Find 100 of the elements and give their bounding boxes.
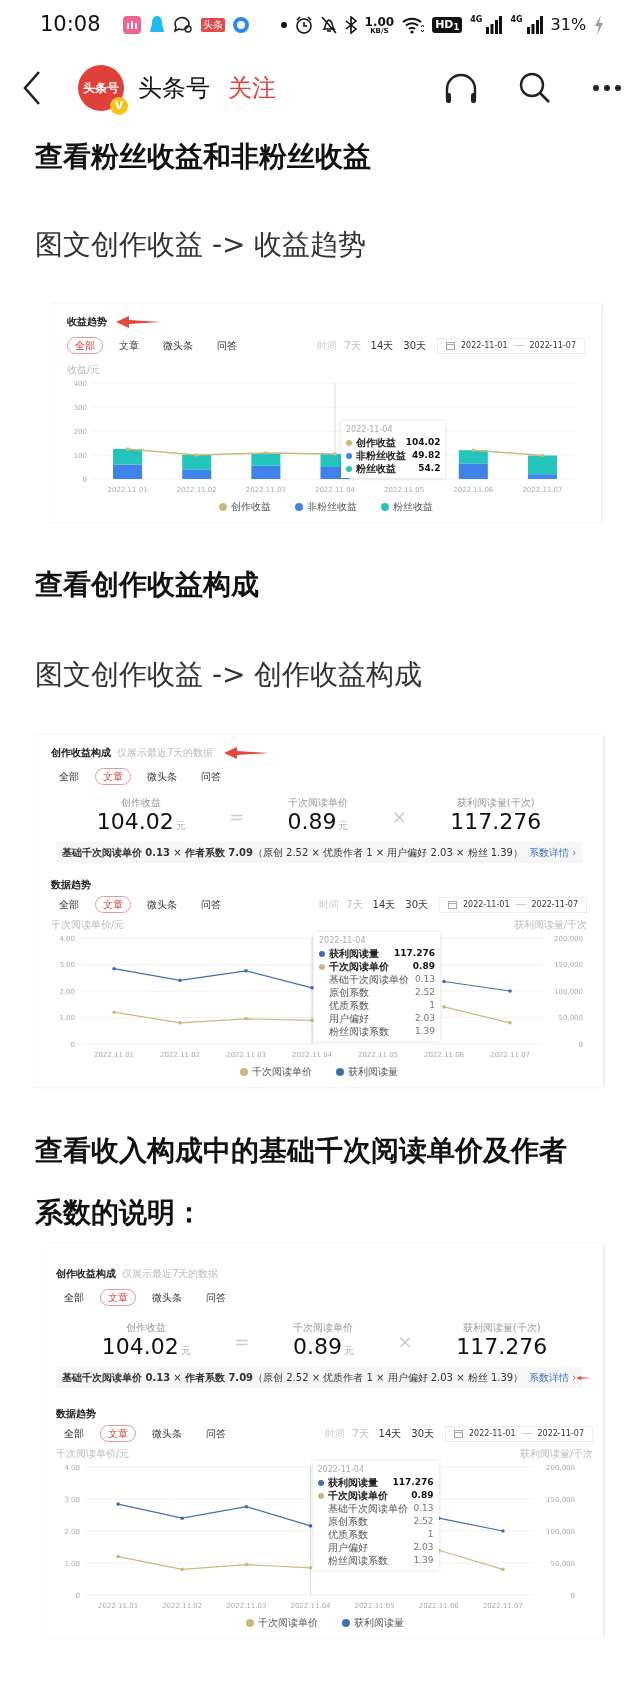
filter-tab[interactable]: 问答 [209,337,245,354]
tooltip-value: 104.02 [405,436,441,449]
tooltip-value: 0.13 [413,1502,434,1516]
legend-label: 获利阅读量 [348,1065,398,1080]
tooltip-value: 117.276 [394,947,436,961]
panel-subtitle: 仅展示最近7天的数据 [117,746,214,760]
tooltip-value: 54.2 [418,462,441,475]
filter-tab[interactable]: 微头条 [139,896,185,914]
metric-value: 117.276 [450,810,542,835]
filter-tab[interactable]: 问答 [193,896,229,914]
legend-dot [381,502,389,511]
tooltip-date: 2022-11-04 [317,1464,365,1477]
tooltip-value: 1.39 [415,1025,436,1039]
tooltip-label: 优质系数 [328,999,369,1013]
article-heading: 查看收入构成中的基础千次阅读单价及作者系数的说明： [35,1133,568,1232]
filter-tab[interactable]: 微头条 [139,768,185,785]
signal-icon [486,16,503,34]
app-icon [122,16,141,34]
date-range-field[interactable]: 2022-11-01 2022-11-07 [439,896,587,913]
legend-label: 获利阅读量 [353,1616,404,1631]
filter-tab[interactable]: 全部 [56,1289,92,1307]
signal-icon [526,16,543,34]
metric-unit: 元 [180,1344,191,1359]
tooltip-label: 获利阅读量 [329,947,379,961]
tooltip-label: 获利阅读量 [327,1476,378,1490]
follow-button[interactable]: 关注 [228,69,276,106]
wifi-icon [402,16,425,34]
ring-icon [232,17,249,33]
tooltip-value: 1 [427,1528,434,1542]
filter-tab[interactable]: 全部 [51,896,87,914]
network-type: 4G [470,16,483,24]
tooltip-value: 0.13 [415,973,436,987]
tooltip-label: 千次阅读单价 [329,960,389,974]
tooltip-date: 2022-11-04 [346,424,394,436]
date-range-field[interactable]: 2022-11-01 2022-11-07 [445,1425,593,1442]
coefficient-details-link[interactable]: 系数详情 › [529,1370,577,1386]
more-icon[interactable] [592,83,622,92]
tooltip-label: 粉丝收益 [356,462,396,475]
calendar-icon [454,1429,463,1439]
filter-tab[interactable]: 问答 [193,768,229,785]
panel-title: 收益趋势 [67,315,107,329]
network-speed: 1.00 [364,15,395,28]
tooltip-label: 原创系数 [328,986,369,1000]
article-heading: 查看粉丝收益和非粉丝收益 [35,139,372,175]
bluetooth-icon [344,16,357,34]
range-option[interactable]: 14天 [373,1426,407,1442]
operator-sign: = [229,805,245,830]
tooltip-label: 创作收益 [356,436,396,449]
date-range-field[interactable]: 2022-11-01 2022-11-07 [437,337,585,354]
tooltip-label: 粉丝阅读系数 [328,1025,389,1039]
tooltip-value: 2.52 [413,1515,434,1529]
axis-title: 收益/元 [67,363,102,377]
filter-tab[interactable]: 全部 [51,768,87,785]
tooltip-label: 用户偏好 [328,1012,369,1026]
metric-label: 创作收益 [126,1321,167,1336]
range-option[interactable]: 30天 [398,338,431,353]
panel-title: 创作收益构成 [56,1267,116,1282]
range-option[interactable]: 14天 [365,338,399,353]
panel-title: 创作收益构成 [51,746,111,760]
metric-label: 创作收益 [121,796,162,810]
legend-label: 千次阅读单价 [252,1065,312,1080]
filter-tab[interactable]: 问答 [198,1425,234,1443]
metric-label: 千次阅读单价 [293,1321,354,1336]
section-title: 数据趋势 [51,878,92,893]
metric-value: 0.89 [293,1335,342,1360]
tooltip-value: 117.276 [392,1476,434,1490]
metric-value: 104.02 [96,810,174,835]
tooltip-label: 基础千次阅读单价 [328,973,409,987]
filter-tab[interactable]: 微头条 [144,1425,190,1443]
formula-text: 基础千次阅读单价 0.13 × 作者系数 7.09（原创 2.52 × 优质作者 1 × 用户偏好 2.03 × 粉丝 1.39） [61,846,523,861]
filter-tab[interactable]: 微头条 [155,337,201,354]
metric-unit: 元 [175,819,186,833]
coefficient-details-link[interactable]: 系数详情 › [529,845,577,861]
formula-text: 基础千次阅读单价 0.13 × 作者系数 7.09（原创 2.52 × 优质作者 1 × 用户偏好 2.03 × 粉丝 1.39） [62,1371,524,1386]
operator-sign: × [397,1330,413,1355]
tooltip-value: 1 [429,999,436,1013]
tooltip-label: 基础千次阅读单价 [326,1502,408,1516]
charging-icon [594,15,605,35]
tooltip-label: 用户偏好 [326,1541,368,1555]
range-option[interactable]: 30天 [400,897,433,913]
legend-dot [245,1618,254,1627]
tooltip-label: 粉丝阅读系数 [326,1554,388,1568]
article-text: 图文创作收益 -> 收益趋势 [35,227,368,263]
filter-tab[interactable]: 微头条 [144,1289,190,1307]
search-icon[interactable] [518,70,552,105]
headphones-icon[interactable] [444,71,478,104]
back-icon[interactable] [22,69,42,106]
range-option[interactable]: 30天 [406,1426,439,1442]
article-heading: 查看创作收益构成 [35,567,260,603]
tooltip-date: 2022-11-04 [319,935,367,948]
legend-label: 创作收益 [231,500,271,514]
battery-level: 31% [550,14,587,36]
metric-unit: 元 [343,1344,354,1359]
metric-value: 117.276 [456,1335,548,1360]
filter-tab[interactable]: 文章 [111,337,147,354]
tooltip-value: 0.89 [412,960,436,974]
alarm-icon [294,16,313,34]
range-option[interactable]: 14天 [367,897,401,913]
filter-tab[interactable]: 问答 [198,1289,234,1307]
filter-tab[interactable]: 全部 [56,1425,92,1443]
